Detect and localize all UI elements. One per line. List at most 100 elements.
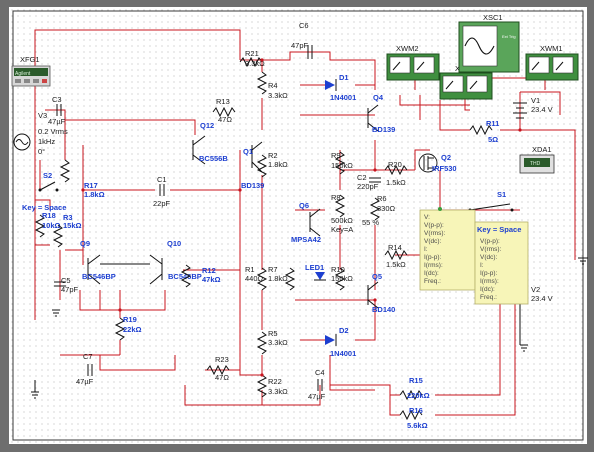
wattmeter-xwm2[interactable]: XWM2 — [386, 44, 440, 81]
transistor-q5[interactable]: Q5 BD140 — [367, 272, 395, 314]
diode-d1[interactable]: D1 1N4001 — [325, 73, 356, 102]
r6-label: R6 — [377, 194, 387, 203]
v1-label: V1 — [531, 96, 540, 105]
switch-s1[interactable]: S1 — [468, 190, 514, 212]
c4-value: 47µF — [308, 392, 326, 401]
xwm2-dial — [413, 56, 435, 74]
capacitor-c7[interactable]: C7 47µF — [76, 352, 94, 386]
resistor-r6[interactable]: R6 330Ω — [369, 194, 396, 221]
r11-label: R11 — [486, 119, 499, 128]
v2-value: 23.4 V — [531, 294, 553, 303]
r10-label: R10 — [331, 265, 345, 274]
resistor-r21[interactable]: R21 3.3kΩ — [239, 49, 265, 68]
probe1-line: I(dc): — [424, 270, 439, 277]
r5-value: 3.3kΩ — [268, 338, 288, 347]
v3-label: V3 — [38, 111, 47, 120]
s2-label: S2 — [43, 171, 52, 180]
c7-value: 47µF — [76, 377, 94, 386]
oscilloscope-xsc1[interactable]: XSC1 Ext Trig — [458, 13, 520, 73]
generator-brand: Agilent — [15, 71, 31, 77]
q1-label: Q1 — [243, 147, 253, 156]
led-icon — [315, 272, 325, 280]
resistor-r7[interactable]: R7 1.8kΩ — [268, 265, 296, 291]
measurement-probe-1[interactable]: V: V(p-p): V(rms): V(dc): I: I(p-p): I(r… — [419, 207, 476, 291]
r23-value: 47Ω — [215, 373, 229, 382]
resistor-r3[interactable]: R3 15kΩ — [52, 213, 82, 248]
r8-value: 500kΩ — [331, 216, 353, 225]
transistor-q10[interactable]: Q10 BC546BP — [149, 239, 202, 285]
r2-value: 1.8kΩ — [268, 160, 288, 169]
probe1-line: V: — [424, 214, 430, 221]
distortion-analyzer-xda1[interactable]: XDA1 THD — [519, 145, 555, 174]
probe2-line: I(dc): — [480, 286, 495, 293]
workspace-frame: XFG1 Agilent V3 0.2 Vrms 1kHz 0° C3 47µF… — [0, 0, 594, 452]
r13-value: 47Ω — [218, 115, 232, 124]
led1[interactable]: LED1 — [305, 263, 326, 281]
resistor-r22[interactable]: R22 3.3kΩ — [256, 374, 288, 398]
resistor-r23[interactable]: R23 47Ω — [206, 355, 230, 382]
resistor-r14[interactable]: R14 1.5kΩ — [384, 243, 408, 269]
xsc1-screen — [462, 25, 498, 67]
resistor-r2[interactable]: R2 1.8kΩ — [256, 151, 288, 178]
measurement-probe-2[interactable]: Key = Space V(p-p): V(rms): V(dc): I: I(… — [474, 221, 529, 305]
capacitor-c6[interactable]: C6 47pF — [291, 21, 313, 59]
resistor-r13[interactable]: R13 47Ω — [212, 97, 236, 124]
r7-value: 1.8kΩ — [268, 274, 288, 283]
r18-label: R18 — [42, 211, 56, 220]
resistor-r4[interactable]: R4 3.3kΩ — [256, 71, 288, 100]
c7-label: C7 — [83, 352, 93, 361]
r12-label: R12 — [202, 266, 216, 275]
function-generator-xfg1[interactable]: XFG1 Agilent — [11, 55, 51, 87]
switch-s2[interactable]: S2 Key = Space — [22, 171, 66, 212]
mosfet-q2[interactable]: Q2 IRF530 — [418, 153, 457, 173]
resistor-r20[interactable]: R20 1.5kΩ — [384, 160, 408, 187]
transistor-q6[interactable]: Q6 MPSA42 — [291, 201, 321, 244]
r8-percent: 55 % — [362, 218, 379, 227]
v3-amplitude: 0.2 Vrms — [38, 127, 68, 136]
r13-label: R13 — [216, 97, 230, 106]
wattmeter-xwm1[interactable]: XWM1 — [525, 44, 579, 81]
r9-value: 150kΩ — [331, 161, 353, 170]
q12-label: Q12 — [200, 121, 214, 130]
resistor-r5[interactable]: R5 3.3kΩ — [256, 329, 288, 355]
r4-label: R4 — [268, 81, 278, 90]
q5-part: BD140 — [372, 305, 395, 314]
resistor-r9[interactable]: R9 150kΩ — [331, 151, 353, 175]
transistor-q1[interactable]: Q1 BD139 — [241, 141, 264, 190]
resistor-r15[interactable]: R15 220kΩ — [399, 376, 430, 401]
c2-value: 220pF — [357, 182, 379, 191]
resistor-r10[interactable]: R10 150kΩ — [331, 265, 353, 291]
transistor-q4[interactable]: Q4 BD139 — [367, 93, 395, 134]
capacitor-c2[interactable]: C2 220pF — [357, 173, 381, 191]
capacitor-c1[interactable]: C1 22pF — [153, 175, 171, 208]
r11-value: 5Ω — [488, 135, 498, 144]
q5-label: Q5 — [372, 272, 382, 281]
schematic-canvas[interactable]: XFG1 Agilent V3 0.2 Vrms 1kHz 0° C3 47µF… — [0, 0, 594, 452]
q12-part: BC556B — [199, 154, 228, 163]
switch-contact — [510, 208, 514, 212]
transistor-q12[interactable]: Q12 BC556B — [192, 121, 228, 165]
resistor-r1[interactable]: R1 440Ω — [245, 265, 268, 291]
capacitor-c4[interactable]: C4 47µF — [308, 368, 326, 401]
c3-label: C3 — [52, 95, 62, 104]
r16-value: 5.6kΩ — [407, 421, 428, 430]
transistor-q9[interactable]: Q9 BC546BP — [80, 239, 116, 285]
probe1-line: V(p-p): — [424, 222, 444, 229]
resistor-r19[interactable]: R19 22kΩ — [114, 315, 142, 341]
q2-part: IRF530 — [432, 164, 457, 173]
probe1-line: V(rms): — [424, 230, 445, 237]
q9-part: BC546BP — [82, 272, 116, 281]
r18-value: 10kΩ — [42, 221, 61, 230]
dc-source-v1[interactable]: V1 23.4 V — [513, 96, 553, 119]
xwm1-dial — [528, 56, 550, 74]
diode-icon — [325, 335, 335, 345]
diode-icon — [325, 80, 335, 90]
resistor-r11[interactable]: R11 5Ω — [469, 119, 499, 144]
capacitor-c5[interactable]: C5 47pF — [54, 276, 79, 294]
diode-d2[interactable]: D2 1N4001 — [325, 326, 356, 358]
r20-label: R20 — [388, 160, 402, 169]
xwm1-label: XWM1 — [540, 44, 563, 53]
xsc1-label: XSC1 — [483, 13, 503, 22]
resistor-r16[interactable]: R16 5.6kΩ — [399, 406, 428, 430]
r15-value: 220kΩ — [407, 391, 430, 400]
